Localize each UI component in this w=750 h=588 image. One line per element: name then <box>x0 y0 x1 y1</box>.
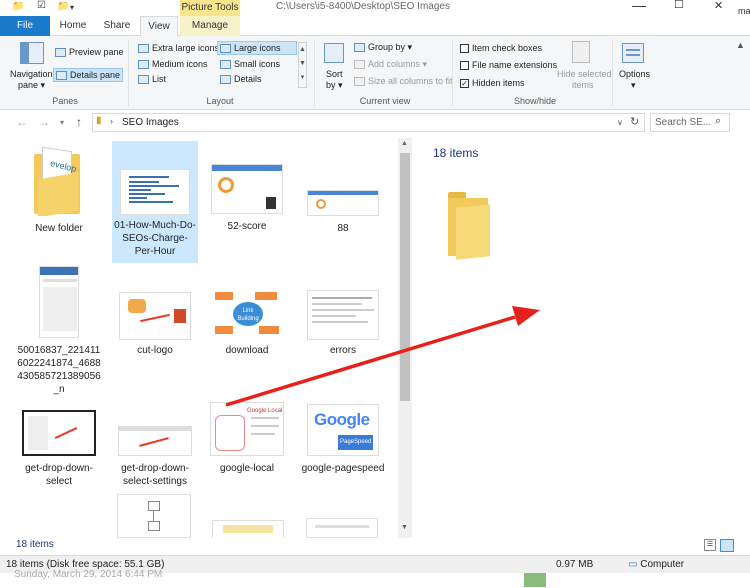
background-map-thumbnail <box>524 573 546 587</box>
status-bar: 18 items ☰ <box>0 538 750 554</box>
computer-label-text: Computer <box>640 559 685 570</box>
large-icons-view-icon[interactable] <box>720 539 734 552</box>
selection-size: 0.97 MB <box>556 559 594 570</box>
background-date-text: Sunday, March 29, 2014 6:44 PM <box>14 569 163 580</box>
status-item-count: 18 items <box>16 539 54 550</box>
background-desktop: Sunday, March 29, 2014 6:44 PM <box>0 569 750 588</box>
annotation-arrow <box>225 306 540 407</box>
details-view-icon[interactable]: ☰ <box>704 539 716 551</box>
computer-icon: ▭ <box>628 559 638 570</box>
computer-label: ▭ Computer <box>628 559 684 570</box>
